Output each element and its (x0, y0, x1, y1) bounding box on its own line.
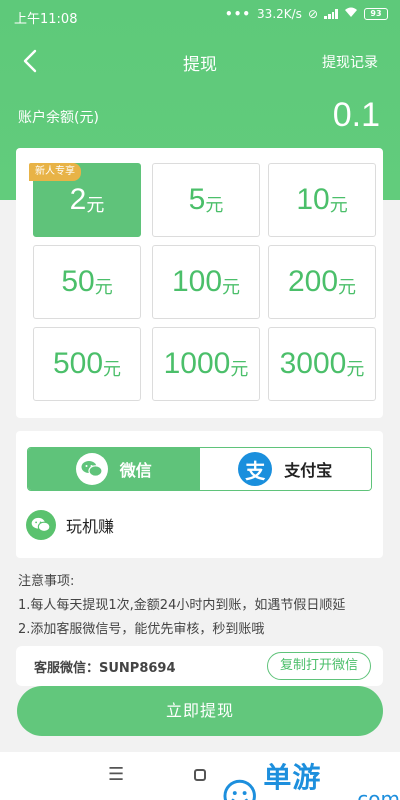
alipay-icon: 支 (238, 452, 273, 486)
amount-option-50[interactable]: 50 元 (33, 245, 141, 319)
amount-number: 100 (171, 265, 223, 298)
tab-wechat-label: 微信 (119, 461, 152, 480)
amount-unit: 元 (230, 359, 249, 380)
amount-number: 1000 (163, 347, 231, 380)
amount-unit: 元 (103, 359, 122, 380)
wifi-icon (344, 7, 358, 21)
battery-icon: 93 (364, 8, 388, 20)
nav-bar: 提现 提现记录 (0, 40, 400, 84)
amount-unit: 元 (329, 195, 348, 216)
amount-number: 10 (296, 183, 330, 216)
amount-card: 新人专享 2元 5元 10 元 50 元 100 元 200 元 500 元 1000 元 … (16, 148, 383, 418)
status-icons: ••• 33.2K/s ⊘ 93 (225, 7, 388, 21)
account-name: 玩机赚 (66, 517, 115, 536)
amount-number: 500 (52, 347, 104, 380)
amount-option-500[interactable]: 500 元 (33, 327, 141, 401)
amount-unit: 元 (86, 195, 105, 216)
home-icon[interactable] (194, 769, 206, 781)
wechat-icon (75, 453, 108, 485)
amount-unit: 元 (222, 277, 241, 298)
tab-wechat[interactable]: 微信 (28, 448, 200, 490)
balance-label: 账户余额(元) (18, 110, 99, 126)
status-bar: 上午11:08 ••• 33.2K/s ⊘ 93 (0, 0, 400, 32)
new-user-badge: 新人专享 (29, 163, 81, 181)
tab-alipay-label: 支付宝 (284, 461, 333, 480)
copy-open-wechat-button[interactable]: 复制打开微信 (266, 652, 371, 680)
status-time: 上午11:08 (14, 12, 78, 27)
amount-unit: 元 (94, 277, 113, 298)
amount-number: 2 (69, 183, 87, 216)
amount-number: 200 (287, 265, 339, 298)
watermark: 单游网 .com (222, 756, 400, 800)
service-wechat-id: 客服微信：SUNP8694 (34, 661, 176, 676)
watermark-logo-icon (223, 779, 256, 800)
amount-option-1000[interactable]: 1000 元 (152, 327, 260, 401)
watermark-text: 单游网 (263, 761, 322, 794)
amount-option-3000[interactable]: 3000 元 (268, 327, 376, 401)
more-dots-icon: ••• (225, 7, 252, 21)
amount-option-2[interactable]: 新人专享 2元 (29, 163, 141, 237)
payment-card: 微信 支 支付宝 玩机赚 (16, 431, 383, 558)
watermark-domain: .com (350, 787, 400, 800)
amount-option-100[interactable]: 100 元 (152, 245, 260, 319)
amount-option-200[interactable]: 200 元 (268, 245, 376, 319)
customer-service-row: 客服微信：SUNP8694 复制打开微信 (16, 646, 383, 686)
amount-number: 3000 (279, 347, 347, 380)
linked-account: 玩机赚 (26, 510, 114, 540)
notice-line: 2.添加客服微信号，能优先审核，秒到账哦 (18, 622, 265, 637)
notice-section: 注意事项: 1.每人每天提现1次,金额24小时内到账，如遇节假日顺延 2.添加客… (18, 570, 345, 642)
withdraw-button[interactable]: 立即提现 (17, 686, 383, 736)
amount-unit: 元 (346, 359, 365, 380)
tab-alipay[interactable]: 支 支付宝 (199, 448, 371, 490)
notice-line: 1.每人每天提现1次,金额24小时内到账，如遇节假日顺延 (18, 598, 346, 613)
amount-option-5[interactable]: 5元 (152, 163, 260, 237)
amount-unit: 元 (205, 195, 224, 216)
amount-number: 5 (188, 183, 206, 216)
payment-method-tabs: 微信 支 支付宝 (27, 447, 372, 491)
menu-icon[interactable]: ☰ (108, 764, 124, 785)
amount-option-10[interactable]: 10 元 (268, 163, 376, 237)
amount-unit: 元 (338, 277, 357, 298)
amount-number: 50 (61, 265, 95, 298)
net-speed: 33.2K/s (257, 7, 302, 21)
withdraw-record-link[interactable]: 提现记录 (322, 52, 378, 72)
vibrate-icon: ⊘ (307, 7, 318, 21)
wechat-icon (26, 510, 56, 540)
system-nav-bar: ☰ 单游网 .com (0, 752, 400, 800)
signal-icon (324, 9, 338, 19)
notice-title: 注意事项: (18, 574, 75, 589)
balance-value: 0.1 (332, 96, 380, 134)
